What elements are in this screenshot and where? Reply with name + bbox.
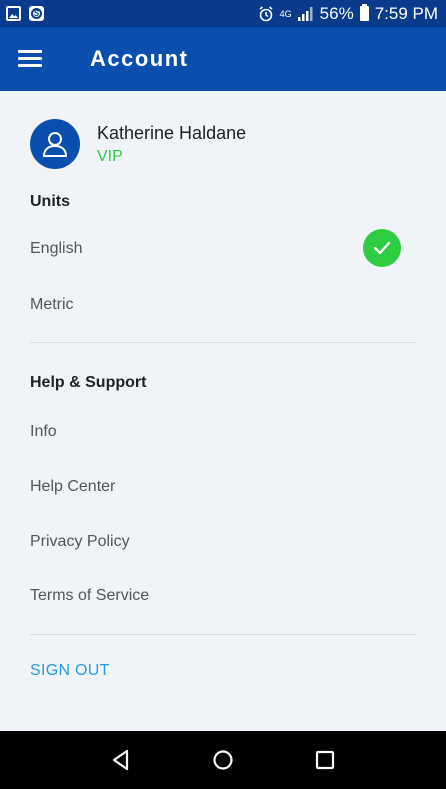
user-icon [42, 132, 68, 157]
image-icon [6, 6, 21, 21]
battery-icon [359, 4, 369, 21]
app-bar: Account [0, 27, 446, 91]
system-nav-bar [0, 731, 446, 789]
status-right: 4G 56% 7:59 PM [258, 4, 438, 24]
page-title: Account [90, 46, 189, 71]
status-left-icons: S [6, 6, 44, 21]
alarm-icon [259, 5, 273, 21]
help-item-help-center[interactable]: Help Center [30, 478, 416, 496]
recent-apps-icon[interactable] [305, 740, 345, 780]
checkmark-icon [363, 229, 401, 267]
unit-option-english[interactable]: English [30, 240, 416, 258]
divider [30, 634, 416, 635]
avatar [30, 119, 80, 169]
help-support-heading: Help & Support [30, 374, 147, 391]
unit-option-metric[interactable]: Metric [30, 296, 416, 314]
membership-badge: VIP [97, 147, 123, 165]
sign-out-button[interactable]: SIGN OUT [30, 662, 110, 680]
network-type: 4G [279, 8, 292, 19]
divider [30, 342, 416, 343]
account-content: Katherine Haldane VIP Units English Metr… [0, 91, 446, 731]
help-item-info[interactable]: Info [30, 423, 416, 441]
battery-percent: 56% [319, 3, 354, 23]
menu-icon[interactable] [18, 50, 42, 68]
home-icon[interactable] [203, 740, 243, 780]
help-item-terms-of-service[interactable]: Terms of Service [30, 587, 416, 605]
signal-icon [297, 6, 313, 21]
clock: 7:59 PM [374, 3, 438, 23]
help-item-privacy-policy[interactable]: Privacy Policy [30, 533, 416, 551]
profile-header: Katherine Haldane VIP [30, 119, 246, 169]
profile-name: Katherine Haldane [97, 122, 247, 143]
skype-icon: S [29, 6, 44, 21]
back-icon[interactable] [101, 740, 141, 780]
units-heading: Units [30, 193, 70, 210]
status-bar: S 4G 56% 7:59 PM [0, 0, 446, 27]
